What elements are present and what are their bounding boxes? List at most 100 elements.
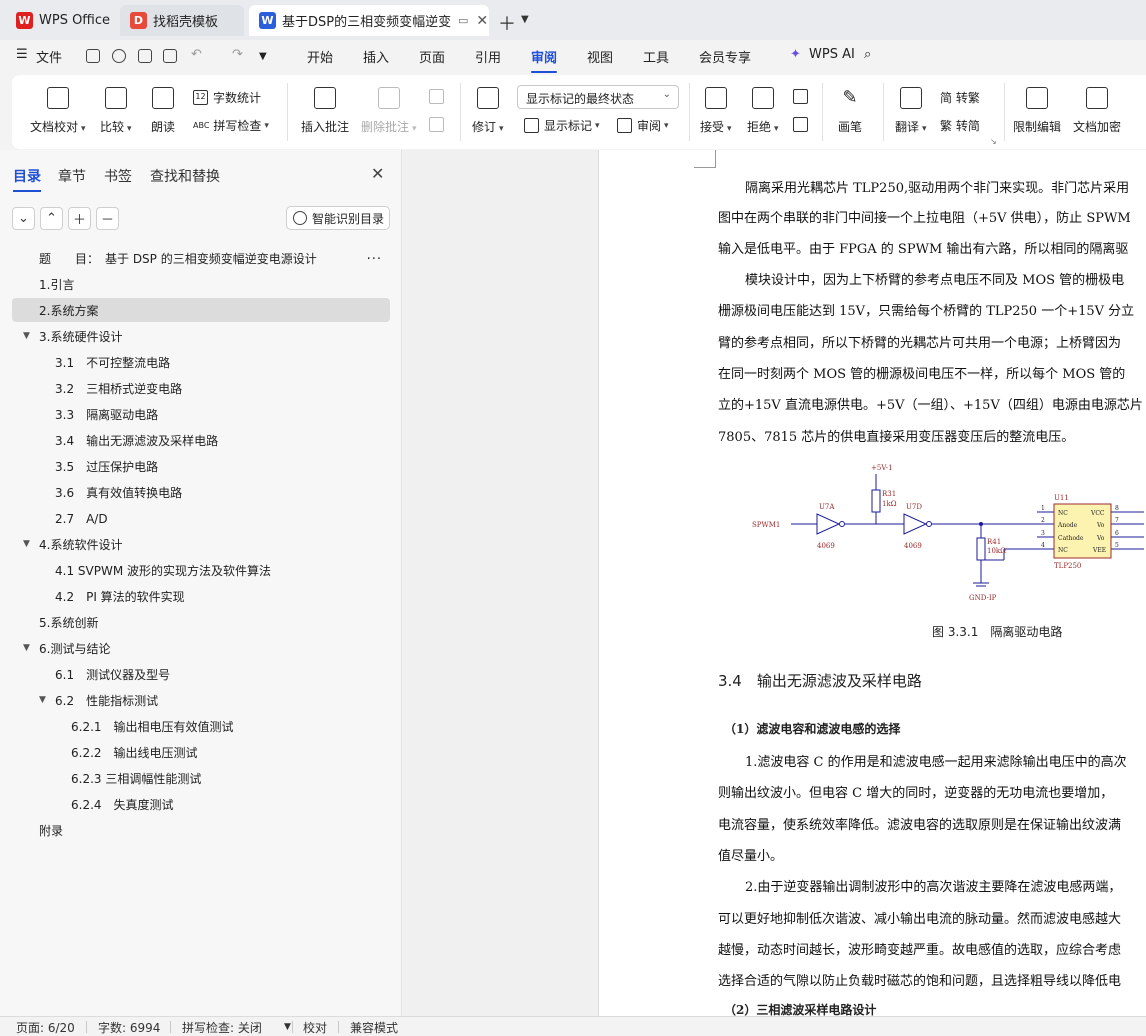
toc-item[interactable]: 5.系统创新 bbox=[12, 610, 390, 634]
monitor-icon[interactable]: ▭ bbox=[458, 14, 468, 27]
spell-check-status[interactable]: 拼写检查: 关闭 bbox=[182, 1019, 262, 1036]
undo-icon[interactable]: ↶ bbox=[191, 47, 202, 62]
to-traditional-button[interactable]: 简 转繁 bbox=[940, 89, 980, 106]
toc-item[interactable]: 3.3 隔离驱动电路 bbox=[12, 402, 390, 426]
toc-item[interactable]: ▼ 4.系统软件设计 bbox=[12, 532, 390, 556]
translate-button[interactable]: 翻译 ▾ bbox=[895, 87, 927, 135]
previous-comment-icon[interactable] bbox=[429, 89, 449, 104]
expand-up-icon[interactable]: ⌃ bbox=[40, 207, 63, 230]
share-icon[interactable] bbox=[112, 49, 126, 63]
menu-member[interactable]: 会员专享 bbox=[699, 47, 751, 66]
collapse-icon[interactable]: ⌄ bbox=[12, 207, 35, 230]
compare-button[interactable]: 比较 ▾ bbox=[100, 87, 132, 135]
redo-icon[interactable]: ↷ bbox=[232, 47, 243, 62]
more-options-icon[interactable]: ... bbox=[367, 248, 382, 263]
review-pane-button[interactable]: 审阅 ▾ bbox=[617, 117, 669, 134]
toc-item[interactable]: 3.2 三相桥式逆变电路 bbox=[12, 376, 390, 400]
page-indicator[interactable]: 页面: 6/20 bbox=[16, 1019, 75, 1036]
chevron-down-icon[interactable]: ▼ bbox=[284, 1022, 291, 1032]
read-aloud-button[interactable]: 朗读 bbox=[151, 87, 175, 135]
document-page[interactable]: 隔离采用光耦芯片 TLP250,驱动用两个非门来实现。非门芯片采用 图中在两个串… bbox=[598, 150, 1146, 1016]
menu-tools[interactable]: 工具 bbox=[643, 47, 669, 66]
toc-item[interactable]: 题 目： 基于 DSP 的三相变频变幅逆变电源设计... bbox=[12, 246, 390, 270]
chevron-down-icon: ⌄ bbox=[662, 89, 671, 100]
chevron-down-icon[interactable]: ▼ bbox=[521, 14, 529, 25]
expand-group-icon[interactable]: ↘ bbox=[990, 137, 997, 146]
show-markup-button[interactable]: 显示标记 ▾ bbox=[524, 117, 600, 134]
toc-item[interactable]: 3.1 不可控整流电路 bbox=[12, 350, 390, 374]
word-count-button[interactable]: 12 字数统计 bbox=[193, 89, 261, 106]
next-comment-icon[interactable] bbox=[429, 117, 449, 132]
ink-button[interactable]: ✎ 画笔 bbox=[838, 87, 862, 135]
next-change-icon[interactable] bbox=[793, 117, 813, 132]
insert-comment-button[interactable]: 插入批注 bbox=[301, 87, 349, 135]
toc-item[interactable]: 6.2.4 失真度测试 bbox=[12, 792, 390, 816]
toc-item[interactable]: 3.5 过压保护电路 bbox=[12, 454, 390, 478]
markup-state-select[interactable]: 显示标记的最终状态 ⌄ bbox=[517, 85, 679, 109]
text-line: 输入是低电平。由于 FPGA 的 SPWM 输出有六路，所以相同的隔离驱 bbox=[718, 242, 1129, 257]
tab-bookmarks[interactable]: 书签 bbox=[104, 166, 132, 186]
toc-item[interactable]: 4.1 SVPWM 波形的实现方法及软件算法 bbox=[12, 558, 390, 582]
proofread-button[interactable]: 文档校对 ▾ bbox=[30, 87, 86, 135]
toc-item[interactable]: 4.2 PI 算法的软件实现 bbox=[12, 584, 390, 608]
toc-item[interactable]: 6.2.3 三相调幅性能测试 bbox=[12, 766, 390, 790]
delete-comment-button[interactable]: 删除批注 ▾ bbox=[361, 87, 417, 135]
search-icon[interactable]: ⌕ bbox=[864, 47, 871, 62]
file-menu[interactable]: 文件 bbox=[36, 47, 62, 66]
toc-item[interactable]: 3.6 真有效值转换电路 bbox=[12, 480, 390, 504]
tab-wps-office[interactable]: W WPS Office bbox=[6, 5, 116, 36]
toc-item[interactable]: 6.2.1 输出相电压有效值测试 bbox=[12, 714, 390, 738]
print-icon[interactable] bbox=[138, 49, 152, 63]
menu-wps-ai[interactable]: WPS AI bbox=[809, 47, 855, 62]
tab-toc[interactable]: 目录 bbox=[13, 166, 41, 192]
encrypt-document-button[interactable]: 文档加密 bbox=[1073, 87, 1121, 135]
menu-home[interactable]: 开始 bbox=[307, 47, 333, 66]
toc-item[interactable]: 6.2.2 输出线电压测试 bbox=[12, 740, 390, 764]
accept-button[interactable]: 接受 ▾ bbox=[700, 87, 732, 135]
remove-heading-icon[interactable]: － bbox=[96, 207, 119, 230]
toc-item[interactable]: 6.1 测试仪器及型号 bbox=[12, 662, 390, 686]
expand-arrow-icon[interactable]: ▼ bbox=[23, 643, 30, 653]
previous-change-icon[interactable] bbox=[793, 89, 813, 104]
restrict-editing-button[interactable]: 限制编辑 bbox=[1013, 87, 1061, 135]
hamburger-icon[interactable]: ☰ bbox=[16, 47, 28, 62]
toc-item[interactable]: 2.7 A/D bbox=[12, 506, 390, 530]
to-simplified-button[interactable]: 繁 转简 bbox=[940, 117, 980, 134]
expand-arrow-icon[interactable]: ▼ bbox=[39, 695, 46, 705]
word-count-status[interactable]: 字数: 6994 bbox=[98, 1019, 160, 1036]
smart-toc-button[interactable]: 智能识别目录 bbox=[286, 206, 390, 230]
save-icon[interactable] bbox=[86, 49, 100, 63]
spell-check-button[interactable]: ABC 拼写检查 ▾ bbox=[193, 117, 269, 134]
expand-arrow-icon[interactable]: ▼ bbox=[23, 539, 30, 549]
track-changes-button[interactable]: 修订 ▾ bbox=[472, 87, 504, 135]
toc-item[interactable]: 3.4 输出无源滤波及采样电路 bbox=[12, 428, 390, 452]
toc-item[interactable]: ▼ 3.系统硬件设计 bbox=[12, 324, 390, 348]
tab-find-replace[interactable]: 查找和替换 bbox=[150, 166, 220, 186]
more-chevron-icon[interactable]: ▼ bbox=[259, 51, 267, 62]
toc-item[interactable]: ▼ 6.测试与结论 bbox=[12, 636, 390, 660]
toc-item[interactable]: ▼ 6.2 性能指标测试 bbox=[12, 688, 390, 712]
print-preview-icon[interactable] bbox=[163, 49, 177, 63]
add-heading-icon[interactable]: ＋ bbox=[68, 207, 91, 230]
proof-status[interactable]: 校对 bbox=[303, 1019, 327, 1036]
menu-references[interactable]: 引用 bbox=[475, 47, 501, 66]
toc-item[interactable]: 1.引言 bbox=[12, 272, 390, 296]
review-pane-icon bbox=[617, 118, 632, 133]
menu-insert[interactable]: 插入 bbox=[363, 47, 389, 66]
toc-item[interactable]: 2.系统方案 bbox=[12, 298, 390, 322]
reject-button[interactable]: 拒绝 ▾ bbox=[747, 87, 779, 135]
menu-view[interactable]: 视图 bbox=[587, 47, 613, 66]
tab-sections[interactable]: 章节 bbox=[58, 166, 86, 186]
close-tab-icon[interactable]: ✕ bbox=[476, 13, 488, 29]
resistor-r31 bbox=[871, 489, 881, 513]
tab-document[interactable]: W 基于DSP的三相变频变幅逆变电 ▭ ✕ bbox=[249, 5, 489, 36]
tab-docer-templates[interactable]: D 找稻壳模板 bbox=[120, 5, 244, 36]
close-pane-icon[interactable]: ✕ bbox=[371, 164, 384, 183]
toc-item[interactable]: 附录 bbox=[12, 818, 390, 842]
text-line: 7805、7815 芯片的供电直接采用变压器变压后的整流电压。 bbox=[718, 430, 1075, 445]
menu-page[interactable]: 页面 bbox=[419, 47, 445, 66]
show-markup-icon bbox=[524, 118, 539, 133]
new-tab-icon[interactable]: ＋ bbox=[498, 10, 516, 36]
expand-arrow-icon[interactable]: ▼ bbox=[23, 331, 30, 341]
menu-review[interactable]: 审阅 bbox=[531, 47, 558, 73]
